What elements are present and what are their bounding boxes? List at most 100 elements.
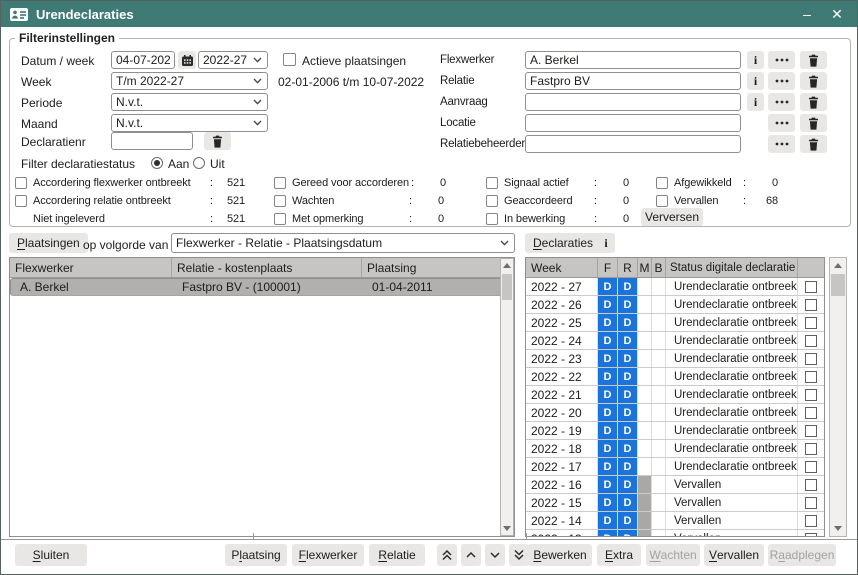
counter-checkbox[interactable] (15, 195, 27, 207)
clear-button[interactable] (800, 51, 827, 69)
nav-last-button[interactable] (509, 544, 529, 566)
status-radio-aan[interactable] (151, 157, 163, 169)
verversen-button[interactable]: Verversen (641, 208, 703, 226)
row-select-checkbox[interactable] (805, 317, 817, 329)
scroll-up-button[interactable] (830, 263, 846, 268)
declaration-row[interactable]: 2022 - 13 D D Vervallen (526, 530, 824, 536)
row-select-checkbox[interactable] (805, 497, 817, 509)
declaration-row[interactable]: 2022 - 26 D D Urendeclaratie ontbreekt (526, 296, 824, 314)
declaratienr-input[interactable] (111, 132, 193, 150)
counter-checkbox[interactable] (486, 213, 498, 225)
declaration-row[interactable]: 2022 - 27 D D Urendeclaratie ontbreekt (526, 278, 824, 296)
counter-checkbox[interactable] (656, 177, 668, 189)
declarations-header-r[interactable]: R (618, 258, 638, 277)
browse-button[interactable] (768, 72, 795, 90)
active-placements-checkbox[interactable] (283, 53, 296, 66)
declaration-row[interactable]: 2022 - 25 D D Urendeclaratie ontbreekt (526, 314, 824, 332)
field-input[interactable] (525, 93, 741, 111)
placement-row[interactable]: A. Berkel Fastpro BV - (100001) 01-04-20… (10, 278, 501, 296)
plaatsing-button[interactable]: Plaatsing (225, 544, 287, 566)
declarations-header-f[interactable]: F (598, 258, 618, 277)
declarations-header-status[interactable]: Status digitale declaratie (666, 258, 798, 277)
browse-button[interactable] (768, 93, 795, 111)
date-input[interactable] (111, 51, 175, 69)
declaration-row[interactable]: 2022 - 22 D D Urendeclaratie ontbreekt (526, 368, 824, 386)
row-select-checkbox[interactable] (805, 353, 817, 365)
placements-header-plaatsing[interactable]: Plaatsing (362, 258, 501, 277)
declaration-row[interactable]: 2022 - 17 D D Urendeclaratie ontbreekt (526, 458, 824, 476)
row-select-checkbox[interactable] (805, 335, 817, 347)
scroll-thumb[interactable] (831, 274, 845, 296)
row-select-checkbox[interactable] (805, 533, 817, 537)
row-select-checkbox[interactable] (805, 479, 817, 491)
counter-checkbox[interactable] (656, 195, 668, 207)
nav-first-button[interactable] (437, 544, 457, 566)
relatie-button[interactable]: Relatie (369, 544, 425, 566)
declaration-row[interactable]: 2022 - 19 D D Urendeclaratie ontbreekt (526, 422, 824, 440)
row-select-checkbox[interactable] (805, 371, 817, 383)
row-select-checkbox[interactable] (805, 389, 817, 401)
browse-button[interactable] (768, 114, 795, 132)
row-select-checkbox[interactable] (805, 461, 817, 473)
scroll-down-button[interactable] (830, 526, 846, 531)
periode-select[interactable]: N.v.t. (111, 93, 268, 111)
counter-checkbox[interactable] (274, 177, 286, 189)
declaration-row[interactable]: 2022 - 21 D D Urendeclaratie ontbreekt (526, 386, 824, 404)
info-button[interactable]: i (747, 72, 764, 90)
maand-select[interactable]: N.v.t. (111, 114, 268, 132)
field-input[interactable] (525, 135, 741, 153)
counter-checkbox[interactable] (486, 195, 498, 207)
placements-header-flexwerker[interactable]: Flexwerker (10, 258, 172, 277)
week-select[interactable]: T/m 2022-27 (111, 72, 268, 90)
field-input[interactable] (525, 114, 741, 132)
raadplegen-button[interactable]: Raadplegen (768, 544, 836, 566)
sluiten-button[interactable]: Sluiten (15, 544, 87, 566)
minimize-button[interactable]: – (796, 4, 818, 24)
declaraties-section-button[interactable]: Declaraties (525, 233, 601, 253)
placements-header-relatie[interactable]: Relatie - kostenplaats (172, 258, 362, 277)
clear-button[interactable] (800, 93, 827, 111)
plaatsingen-section-button[interactable]: Plaatsingen (9, 233, 88, 253)
placements-scrollbar[interactable] (500, 258, 514, 536)
info-button[interactable]: i (747, 51, 764, 69)
row-select-checkbox[interactable] (805, 299, 817, 311)
status-radio-uit[interactable] (193, 157, 205, 169)
calendar-button[interactable] (178, 51, 196, 69)
declarations-header-b[interactable]: B (652, 258, 666, 277)
declaration-row[interactable]: 2022 - 23 D D Urendeclaratie ontbreekt (526, 350, 824, 368)
browse-button[interactable] (768, 51, 795, 69)
browse-button[interactable] (768, 135, 795, 153)
field-input[interactable] (525, 72, 741, 90)
declarations-scrollbar[interactable] (829, 257, 847, 537)
row-select-checkbox[interactable] (805, 407, 817, 419)
row-select-checkbox[interactable] (805, 515, 817, 527)
declaraties-info-button[interactable]: i (597, 233, 615, 253)
declaration-row[interactable]: 2022 - 18 D D Urendeclaratie ontbreekt (526, 440, 824, 458)
nav-next-button[interactable] (485, 544, 505, 566)
declarations-header-select[interactable] (798, 258, 824, 277)
declaration-row[interactable]: 2022 - 24 D D Urendeclaratie ontbreekt (526, 332, 824, 350)
vervallen-button[interactable]: Vervallen (704, 544, 764, 566)
declaration-row[interactable]: 2022 - 20 D D Urendeclaratie ontbreekt (526, 404, 824, 422)
declarations-header-m[interactable]: M (638, 258, 652, 277)
datum-week-select[interactable]: 2022-27 (198, 51, 268, 69)
close-button[interactable]: ✕ (826, 4, 848, 24)
extra-button[interactable]: Extra (597, 544, 641, 566)
declaratienr-clear-button[interactable] (204, 132, 231, 150)
counter-checkbox[interactable] (486, 177, 498, 189)
scroll-down-button[interactable] (501, 526, 513, 531)
row-select-checkbox[interactable] (805, 443, 817, 455)
counter-checkbox[interactable] (274, 195, 286, 207)
info-button[interactable]: i (747, 93, 764, 111)
row-select-checkbox[interactable] (805, 425, 817, 437)
bewerken-button[interactable]: Bewerken (528, 544, 592, 566)
clear-button[interactable] (800, 72, 827, 90)
row-select-checkbox[interactable] (805, 281, 817, 293)
sort-order-select[interactable]: Flexwerker - Relatie - Plaatsingsdatum (171, 233, 515, 253)
declaration-row[interactable]: 2022 - 15 D D Vervallen (526, 494, 824, 512)
clear-button[interactable] (800, 114, 827, 132)
declaration-row[interactable]: 2022 - 16 D D Vervallen (526, 476, 824, 494)
clear-button[interactable] (800, 135, 827, 153)
counter-checkbox[interactable] (15, 177, 27, 189)
declaration-row[interactable]: 2022 - 14 D D Vervallen (526, 512, 824, 530)
